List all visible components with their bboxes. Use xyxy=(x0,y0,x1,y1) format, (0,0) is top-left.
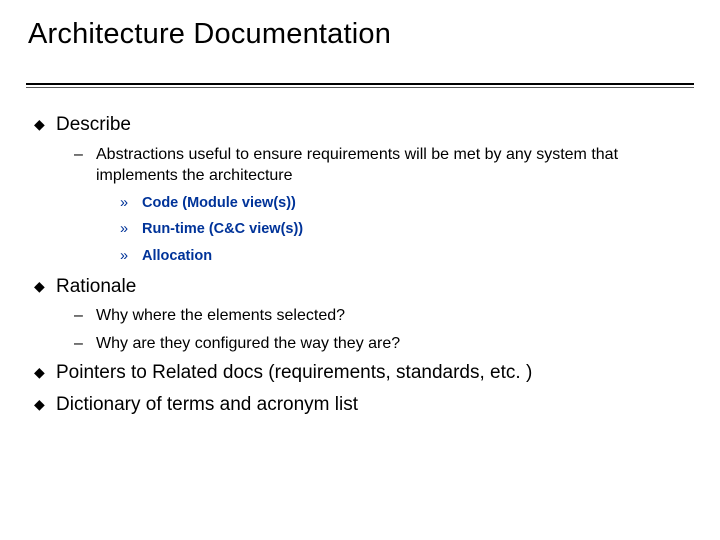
subitem-label: Why are they configured the way they are… xyxy=(96,333,692,355)
item-label: Describe xyxy=(56,112,692,138)
list-subitem: – Why are they configured the way they a… xyxy=(74,333,692,355)
subitem-label: Abstractions useful to ensure requiremen… xyxy=(96,144,692,187)
item-label: Pointers to Related docs (requirements, … xyxy=(56,360,692,386)
list-subsubitem: » Code (Module view(s)) xyxy=(120,194,692,214)
dash-bullet-icon: – xyxy=(74,333,96,355)
slide-title: Architecture Documentation xyxy=(28,18,692,59)
list-item: ◆ Pointers to Related docs (requirements… xyxy=(34,360,692,386)
item-label: Dictionary of terms and acronym list xyxy=(56,392,692,418)
diamond-bullet-icon: ◆ xyxy=(34,392,56,418)
list-item: ◆ Dictionary of terms and acronym list xyxy=(34,392,692,418)
subitem-label: Why where the elements selected? xyxy=(96,305,692,327)
list-item: ◆ Describe xyxy=(34,112,692,138)
dash-bullet-icon: – xyxy=(74,305,96,327)
list-subsubitem: » Allocation xyxy=(120,247,692,267)
title-rule xyxy=(26,83,694,88)
raquo-bullet-icon: » xyxy=(120,220,142,240)
list-subsubitem: » Run-time (C&C view(s)) xyxy=(120,220,692,240)
raquo-bullet-icon: » xyxy=(120,194,142,214)
subsubitem-label: Run-time (C&C view(s)) xyxy=(142,220,692,240)
list-subitem: – Abstractions useful to ensure requirem… xyxy=(74,144,692,187)
item-label: Rationale xyxy=(56,274,692,300)
diamond-bullet-icon: ◆ xyxy=(34,112,56,138)
slide: Architecture Documentation ◆ Describe – … xyxy=(0,0,720,540)
diamond-bullet-icon: ◆ xyxy=(34,360,56,386)
list-subitem: – Why where the elements selected? xyxy=(74,305,692,327)
dash-bullet-icon: – xyxy=(74,144,96,187)
subsubitem-label: Allocation xyxy=(142,247,692,267)
subsubitem-label: Code (Module view(s)) xyxy=(142,194,692,214)
diamond-bullet-icon: ◆ xyxy=(34,274,56,300)
raquo-bullet-icon: » xyxy=(120,247,142,267)
list-item: ◆ Rationale xyxy=(34,274,692,300)
